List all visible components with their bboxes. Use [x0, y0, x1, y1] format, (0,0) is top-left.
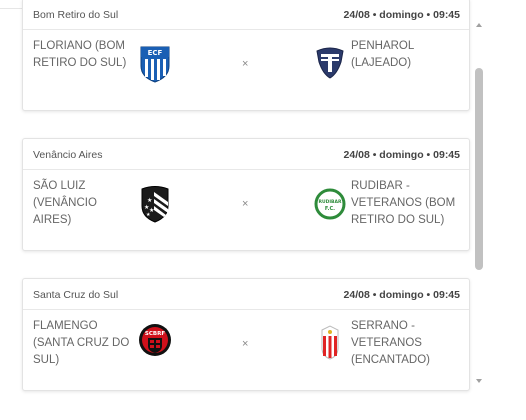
sao-luiz-shield-icon: ★ ★ ★ ★: [141, 186, 169, 223]
match-body: SÃO LUIZ (VENÂNCIO AIRES) ★ ★ ★ ★ × RUDI…: [23, 170, 469, 250]
match-city: Santa Cruz do Sul: [33, 289, 119, 301]
match-header: Bom Retiro do Sul 24/08 • domingo • 09:4…: [23, 0, 469, 30]
svg-text:★: ★: [146, 212, 151, 218]
scrollbar-thumb[interactable]: [475, 68, 483, 270]
serrano-shield-icon: [321, 325, 339, 360]
home-team-name: FLORIANO (BOM RETIRO DO SUL): [33, 40, 127, 69]
match-header: Venâncio Aires 24/08 • domingo • 09:45: [23, 139, 469, 170]
away-team-name: PENHAROL (LAJEADO): [351, 40, 414, 69]
ecf-logo-text: ECF: [148, 49, 163, 57]
match-datetime: 24/08 • domingo • 09:45: [343, 9, 460, 21]
ecf-shield-icon: ECF: [140, 46, 170, 83]
scroll-down-arrow-icon[interactable]: [474, 376, 484, 386]
svg-text:★: ★: [147, 197, 152, 204]
match-body: FLAMENGO (SANTA CRUZ DO SUL) SCBRF × SER…: [23, 310, 469, 390]
home-team-name: SÃO LUIZ (VENÂNCIO AIRES): [33, 180, 97, 226]
match-body: FLORIANO (BOM RETIRO DO SUL) ECF × PENHA…: [23, 30, 469, 110]
away-team-name: SERRANO - VETERANOS (ENCANTADO): [351, 320, 431, 366]
scroll-up-arrow-icon[interactable]: [474, 20, 484, 30]
versus-symbol: ×: [242, 338, 249, 350]
home-team-name: FLAMENGO (SANTA CRUZ DO SUL): [33, 320, 130, 366]
away-team-name: RUDIBAR - VETERANOS (BOM RETIRO DO SUL): [351, 180, 456, 226]
versus-symbol: ×: [242, 58, 249, 70]
match-card[interactable]: Venâncio Aires 24/08 • domingo • 09:45 S…: [22, 138, 470, 251]
match-datetime: 24/08 • domingo • 09:45: [343, 289, 460, 301]
penharol-shield-icon: [316, 47, 344, 79]
match-header: Santa Cruz do Sul 24/08 • domingo • 09:4…: [23, 279, 469, 310]
match-datetime: 24/08 • domingo • 09:45: [343, 149, 460, 161]
svg-text:RUDIBAR: RUDIBAR: [319, 199, 342, 205]
versus-symbol: ×: [242, 198, 249, 210]
match-card[interactable]: Santa Cruz do Sul 24/08 • domingo • 09:4…: [22, 278, 470, 391]
svg-text:F.C.: F.C.: [325, 206, 335, 212]
rudibar-crest-icon: RUDIBAR F.C.: [314, 188, 346, 220]
match-card[interactable]: Bom Retiro do Sul 24/08 • domingo • 09:4…: [22, 0, 470, 111]
scbrf-logo-text: SCBRF: [145, 331, 165, 337]
flamengo-scbrf-icon: SCBRF: [139, 324, 171, 356]
match-city: Bom Retiro do Sul: [33, 9, 119, 21]
match-city: Venâncio Aires: [33, 149, 103, 161]
